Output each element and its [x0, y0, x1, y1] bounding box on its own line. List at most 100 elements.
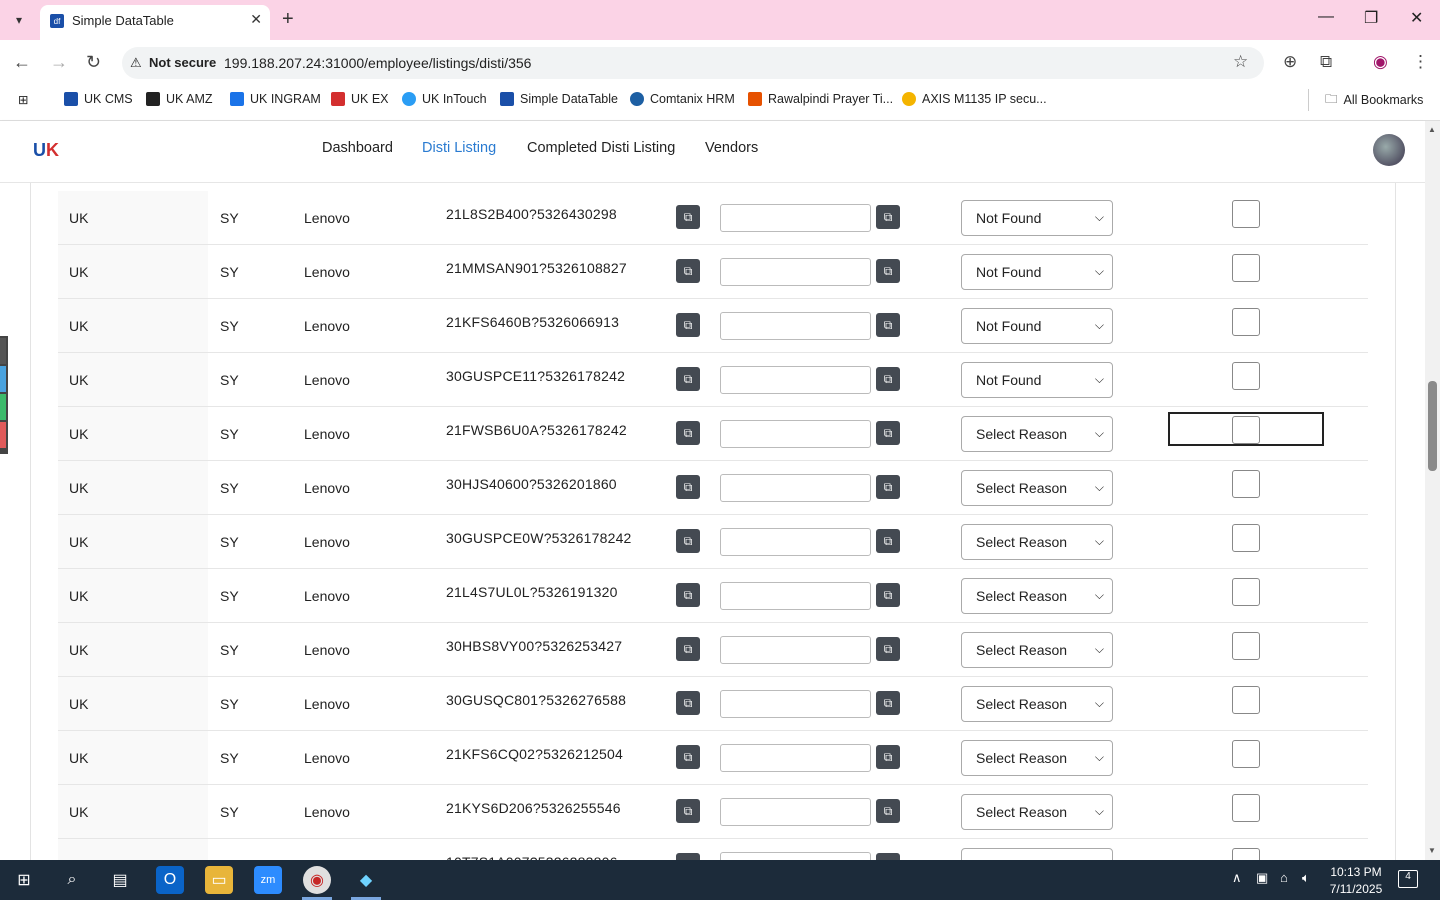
- profile-icon[interactable]: ◉: [1373, 52, 1388, 72]
- link-input[interactable]: [720, 474, 871, 502]
- paste-icon[interactable]: ⧉: [876, 313, 900, 337]
- row-checkbox[interactable]: [1232, 578, 1260, 606]
- all-bookmarks[interactable]: 🗀 All Bookmarks: [1308, 89, 1423, 111]
- close-window-icon[interactable]: ✕: [1410, 8, 1423, 28]
- reason-select[interactable]: Select Reason ⌵: [961, 416, 1113, 452]
- copy-icon[interactable]: ⧉: [676, 637, 700, 661]
- row-checkbox[interactable]: [1232, 416, 1260, 444]
- row-checkbox[interactable]: [1232, 362, 1260, 390]
- bookmark-uk-amz[interactable]: UK AMZ: [146, 92, 213, 106]
- row-checkbox[interactable]: [1232, 632, 1260, 660]
- avatar[interactable]: [1373, 134, 1405, 166]
- nav-completed-disti-listing[interactable]: Completed Disti Listing: [527, 140, 675, 156]
- row-checkbox[interactable]: [1232, 524, 1260, 552]
- row-checkbox[interactable]: [1232, 254, 1260, 282]
- app-icon[interactable]: ◆: [352, 866, 380, 894]
- link-input[interactable]: [720, 420, 871, 448]
- file-explorer-icon[interactable]: ▭: [205, 866, 233, 894]
- paste-icon[interactable]: ⧉: [876, 529, 900, 553]
- reload-icon[interactable]: ↻: [86, 52, 101, 73]
- row-checkbox[interactable]: [1232, 308, 1260, 336]
- link-input[interactable]: [720, 690, 871, 718]
- bookmark-uk-ingram[interactable]: UK INGRAM: [230, 92, 321, 106]
- zoom-icon[interactable]: zm: [254, 866, 282, 894]
- link-input[interactable]: [720, 744, 871, 772]
- link-input[interactable]: [720, 258, 871, 286]
- task-view-icon[interactable]: ▤: [106, 866, 134, 894]
- reason-select[interactable]: Not Found ⌵: [961, 362, 1113, 398]
- new-tab-icon[interactable]: +: [282, 8, 294, 31]
- copy-icon[interactable]: ⧉: [676, 583, 700, 607]
- scroll-up-icon[interactable]: ▲: [1428, 125, 1436, 134]
- paste-icon[interactable]: ⧉: [876, 583, 900, 607]
- reason-select[interactable]: Select Reason ⌵: [961, 524, 1113, 560]
- copy-icon[interactable]: ⧉: [676, 475, 700, 499]
- paste-icon[interactable]: ⧉: [876, 745, 900, 769]
- bookmark-star-icon[interactable]: ☆: [1233, 52, 1248, 72]
- row-checkbox[interactable]: [1232, 848, 1260, 860]
- copy-icon[interactable]: ⧉: [676, 421, 700, 445]
- copy-icon[interactable]: ⧉: [676, 259, 700, 283]
- reason-select[interactable]: Not Found ⌵: [961, 254, 1113, 290]
- browser-tab[interactable]: df Simple DataTable ✕: [40, 5, 270, 40]
- security-status[interactable]: Not secure: [149, 55, 216, 70]
- paste-icon[interactable]: ⧉: [876, 367, 900, 391]
- copy-icon[interactable]: ⧉: [676, 313, 700, 337]
- tab-search-dropdown-icon[interactable]: ▾: [6, 8, 32, 32]
- address-url[interactable]: 199.188.207.24:31000/employee/listings/d…: [224, 55, 531, 71]
- paste-icon[interactable]: ⧉: [876, 205, 900, 229]
- paste-icon[interactable]: ⧉: [876, 799, 900, 823]
- nav-vendors[interactable]: Vendors: [705, 140, 758, 156]
- link-input[interactable]: [720, 852, 871, 860]
- copy-icon[interactable]: ⧉: [676, 367, 700, 391]
- row-checkbox[interactable]: [1232, 200, 1260, 228]
- menu-icon[interactable]: ⋮: [1412, 52, 1429, 72]
- paste-icon[interactable]: ⧉: [876, 853, 900, 860]
- copy-icon[interactable]: ⧉: [676, 205, 700, 229]
- notification-center-icon[interactable]: 4: [1398, 870, 1418, 888]
- forward-icon[interactable]: →: [50, 52, 68, 73]
- paste-icon[interactable]: ⧉: [876, 691, 900, 715]
- tray-network-alert-icon[interactable]: ▣: [1256, 870, 1268, 886]
- reason-select[interactable]: Select Reason ⌵: [961, 794, 1113, 830]
- link-input[interactable]: [720, 798, 871, 826]
- outlook-icon[interactable]: O: [156, 866, 184, 894]
- side-edge-tabs[interactable]: [0, 336, 8, 454]
- reason-select[interactable]: Select Reason ⌵: [961, 578, 1113, 614]
- link-input[interactable]: [720, 312, 871, 340]
- back-icon[interactable]: ←: [13, 52, 31, 73]
- taskbar-clock[interactable]: 10:13 PM 7/11/2025: [1328, 864, 1384, 898]
- scroll-thumb[interactable]: [1428, 381, 1437, 471]
- link-input[interactable]: [720, 528, 871, 556]
- reason-select[interactable]: Not Found ⌵: [961, 308, 1113, 344]
- tray-wifi-icon[interactable]: ⌂: [1280, 870, 1288, 885]
- copy-icon[interactable]: ⧉: [676, 853, 700, 860]
- reason-select[interactable]: Select Reason ⌵: [961, 632, 1113, 668]
- warning-icon[interactable]: ⚠: [130, 55, 142, 71]
- bookmark-prayer-times[interactable]: Rawalpindi Prayer Ti...: [748, 92, 893, 106]
- nav-disti-listing[interactable]: Disti Listing: [422, 140, 496, 156]
- copy-icon[interactable]: ⧉: [676, 745, 700, 769]
- scroll-down-icon[interactable]: ▼: [1428, 846, 1436, 855]
- reason-select[interactable]: Select Reason ⌵: [961, 686, 1113, 722]
- start-icon[interactable]: ⊞: [10, 866, 38, 894]
- minimize-icon[interactable]: —: [1318, 8, 1334, 26]
- reason-select[interactable]: Select Reason ⌵: [961, 848, 1113, 860]
- bookmark-simple-datatable[interactable]: Simple DataTable: [500, 92, 618, 106]
- chrome-icon[interactable]: ◉: [303, 866, 331, 894]
- tray-chevron-icon[interactable]: ∧: [1232, 870, 1242, 886]
- tab-close-icon[interactable]: ✕: [250, 11, 262, 28]
- extensions-icon[interactable]: ⧉: [1320, 52, 1332, 72]
- tray-volume-icon[interactable]: 🔈︎: [1302, 870, 1310, 886]
- maximize-icon[interactable]: ❐: [1364, 8, 1378, 28]
- logo[interactable]: UK: [33, 140, 59, 161]
- row-checkbox[interactable]: [1232, 686, 1260, 714]
- bookmark-uk-intouch[interactable]: UK InTouch: [402, 92, 487, 106]
- reason-select[interactable]: Not Found ⌵: [961, 200, 1113, 236]
- copy-icon[interactable]: ⧉: [676, 529, 700, 553]
- paste-icon[interactable]: ⧉: [876, 259, 900, 283]
- paste-icon[interactable]: ⧉: [876, 475, 900, 499]
- bookmark-comtanix-hrm[interactable]: Comtanix HRM: [630, 92, 735, 106]
- search-icon[interactable]: ⌕: [58, 866, 86, 894]
- bookmark-uk-ex[interactable]: UK EX: [331, 92, 389, 106]
